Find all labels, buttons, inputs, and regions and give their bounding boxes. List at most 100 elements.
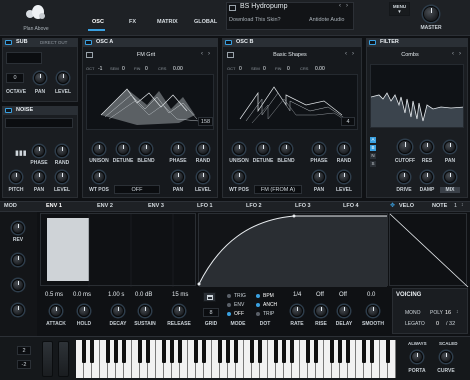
black-key[interactable] — [249, 340, 255, 363]
logo-icon[interactable] — [26, 4, 46, 22]
lfo-folder-icon[interactable] — [203, 292, 216, 302]
osc-b-frame-field[interactable]: 4 — [341, 117, 355, 126]
osc-b-wavetable-icon[interactable] — [227, 52, 234, 58]
black-key[interactable] — [121, 340, 127, 363]
osc-b-rand-knob[interactable] — [338, 143, 350, 155]
osc-a-level-knob[interactable] — [197, 171, 209, 183]
osc-a-sem-value[interactable]: 0 — [122, 66, 125, 72]
porta-knob[interactable] — [411, 351, 423, 363]
tab-env2[interactable]: ENV 2 — [97, 201, 113, 211]
master-knob[interactable] — [423, 6, 439, 22]
tab-fx[interactable]: FX — [129, 17, 136, 27]
black-key[interactable] — [233, 340, 239, 363]
piano-icon[interactable]: ▮▮▮ — [15, 149, 27, 157]
filter-route-b[interactable]: B — [370, 145, 376, 151]
black-key[interactable] — [385, 340, 391, 363]
direct-out-label[interactable]: DIRECT OUT — [40, 40, 67, 45]
envelope-display[interactable] — [40, 213, 196, 287]
pitch-bend-down-field[interactable]: -2 — [17, 360, 31, 369]
sub-level-knob[interactable] — [57, 72, 69, 84]
osc-b-oct-value[interactable]: 0 — [239, 66, 242, 72]
preset-next-icon[interactable]: › — [346, 3, 348, 9]
black-key[interactable] — [113, 340, 119, 363]
always-label[interactable]: ALWAYS — [408, 341, 427, 346]
osc-a-fin-value[interactable]: 0 — [145, 66, 148, 72]
filter-damp-knob[interactable] — [421, 171, 433, 183]
sub-pan-knob[interactable] — [34, 72, 46, 84]
lfo-rate-knob[interactable] — [291, 305, 303, 317]
lfo-trig-dot[interactable] — [227, 294, 231, 298]
filter-drive-knob[interactable] — [398, 171, 410, 183]
preset-prev-icon[interactable]: ‹ — [339, 3, 341, 9]
black-key[interactable] — [369, 340, 375, 363]
black-key[interactable] — [257, 340, 263, 363]
sub-waveform-selector[interactable] — [6, 52, 42, 64]
tab-lfo4[interactable]: LFO 4 — [343, 201, 359, 211]
envelope-attack-knob[interactable] — [50, 305, 62, 317]
tab-global[interactable]: GLOBAL — [194, 17, 217, 27]
rev-knob[interactable] — [12, 222, 24, 234]
mod-scroll-icon[interactable]: ↕ — [461, 202, 464, 208]
osc-a-wavetable-display[interactable] — [86, 74, 214, 130]
black-key[interactable] — [273, 340, 279, 363]
filter-cutoff-knob[interactable] — [398, 140, 412, 154]
filter-route-n[interactable]: N — [370, 153, 376, 159]
black-key[interactable] — [337, 340, 343, 363]
osc-a-next-icon[interactable]: › — [208, 51, 210, 57]
black-key[interactable] — [193, 340, 199, 363]
noise-pan-knob[interactable] — [33, 171, 45, 183]
lfo-delay-knob[interactable] — [338, 305, 350, 317]
black-key[interactable] — [217, 340, 223, 363]
lfo-bpm-option[interactable]: BPM — [263, 293, 274, 299]
envelope-value-release[interactable]: 15 ms — [172, 292, 188, 298]
osc-a-prev-icon[interactable]: ‹ — [201, 51, 203, 57]
black-key[interactable] — [225, 340, 231, 363]
menu-button[interactable]: MENU ▼ — [389, 2, 410, 16]
lfo-env-dot[interactable] — [227, 303, 231, 307]
lfo-off-dot[interactable] — [227, 312, 231, 316]
lfo-rise-knob[interactable] — [315, 305, 327, 317]
mod-slot-knob-4[interactable] — [12, 304, 24, 316]
filter-route-a[interactable]: A — [370, 137, 376, 143]
osc-b-pan-knob[interactable] — [313, 171, 325, 183]
black-key[interactable] — [361, 340, 367, 363]
osc-b-unison-knob[interactable] — [233, 143, 245, 155]
lfo-bpm-dot[interactable] — [256, 294, 260, 298]
osc-b-power-toggle[interactable] — [225, 40, 232, 45]
black-key[interactable] — [201, 340, 207, 363]
sub-octave-field[interactable]: 0 — [6, 73, 24, 83]
lfo-rise-value[interactable]: Off — [316, 292, 324, 298]
lfo-trip-dot[interactable] — [256, 312, 260, 316]
filter-mix-knob[interactable] — [444, 171, 456, 183]
pitch-wheel[interactable] — [42, 341, 53, 377]
osc-b-phase-knob[interactable] — [313, 143, 325, 155]
noise-type-selector[interactable] — [5, 118, 73, 128]
tab-lfo1[interactable]: LFO 1 — [197, 201, 213, 211]
lfo-smooth-value[interactable]: 0.0 — [367, 292, 375, 298]
osc-a-frame-field[interactable]: 158 — [198, 117, 213, 126]
lfo-delay-value[interactable]: Off — [339, 292, 347, 298]
osc-b-next-icon[interactable]: › — [352, 51, 354, 57]
legato-label[interactable]: LEGATO — [405, 321, 425, 327]
black-key[interactable] — [281, 340, 287, 363]
poly-value[interactable]: 16 — [445, 310, 451, 316]
black-key[interactable] — [313, 340, 319, 363]
lfo-anch-dot[interactable] — [256, 303, 260, 307]
tab-mod[interactable]: MOD — [4, 201, 17, 211]
filter-next-icon[interactable]: › — [459, 51, 461, 57]
black-key[interactable] — [161, 340, 167, 363]
filter-type-name[interactable]: Combs — [370, 52, 450, 58]
lfo-off-option[interactable]: OFF — [234, 311, 244, 317]
osc-a-wavetable-icon[interactable] — [86, 52, 93, 58]
black-key[interactable] — [145, 340, 151, 363]
black-key[interactable] — [305, 340, 311, 363]
osc-a-rand-knob[interactable] — [197, 143, 209, 155]
black-key[interactable] — [137, 340, 143, 363]
black-key[interactable] — [177, 340, 183, 363]
black-key[interactable] — [345, 340, 351, 363]
osc-a-crs-value[interactable]: 0.00 — [173, 66, 183, 72]
osc-b-mode-field[interactable]: FM (FROM A) — [254, 185, 302, 194]
pitch-bend-up-field[interactable]: 2 — [17, 346, 31, 355]
envelope-value-decay[interactable]: 1.00 s — [108, 292, 124, 298]
osc-a-pan-knob[interactable] — [172, 171, 184, 183]
